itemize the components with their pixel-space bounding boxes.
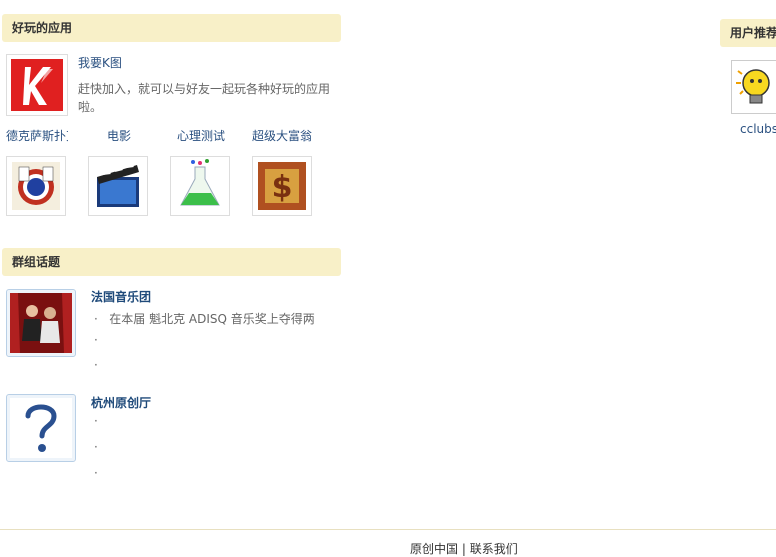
footer-link-home[interactable]: 原创中国 bbox=[410, 542, 458, 556]
poker-chips-icon[interactable] bbox=[6, 156, 66, 216]
topic-item[interactable]: · bbox=[94, 440, 109, 454]
groups-section-header: 群组话题 bbox=[2, 248, 341, 276]
recommended-user-name[interactable]: cclubs bbox=[740, 122, 776, 136]
footer: 原创中国 | 联系我们 bbox=[410, 540, 518, 557]
money-bag-icon[interactable]: $ bbox=[252, 156, 312, 216]
app-label-psych-test[interactable]: 心理测试 bbox=[177, 127, 225, 144]
group-name-french-music[interactable]: 法国音乐团 bbox=[91, 288, 151, 305]
app-label-poker[interactable]: 德克萨斯扑克 bbox=[6, 127, 68, 144]
topic-item[interactable]: · bbox=[94, 358, 109, 372]
footer-separator: | bbox=[461, 542, 466, 556]
clapperboard-icon[interactable] bbox=[88, 156, 148, 216]
app-label-monopoly[interactable]: 超级大富翁 bbox=[252, 127, 312, 144]
topic-item[interactable]: · bbox=[94, 414, 109, 428]
footer-link-contact[interactable]: 联系我们 bbox=[470, 542, 518, 556]
group-photo-icon[interactable] bbox=[6, 289, 76, 357]
topic-item[interactable]: · bbox=[94, 333, 109, 347]
flask-icon[interactable] bbox=[170, 156, 230, 216]
app-label-movie[interactable]: 电影 bbox=[107, 127, 131, 144]
k-letter-logo-icon[interactable] bbox=[6, 54, 68, 116]
topic-text[interactable]: 在本届 魁北克 ADISQ 音乐奖上夺得两 bbox=[109, 312, 315, 326]
featured-app-link[interactable]: 我要K图 bbox=[78, 54, 122, 71]
apps-section-title: 好玩的应用 bbox=[12, 21, 73, 35]
group-name-hangzhou-hall[interactable]: 杭州原创厅 bbox=[91, 394, 151, 411]
users-section-title: 用户推荐 bbox=[730, 26, 776, 40]
featured-app-description: 赶快加入，就可以与好友一起玩各种好玩的应用啦。 bbox=[78, 82, 331, 114]
topic-item[interactable]: · bbox=[94, 466, 109, 480]
apps-section-header: 好玩的应用 bbox=[2, 14, 341, 42]
svg-text:$: $ bbox=[272, 170, 293, 205]
question-mark-icon[interactable] bbox=[6, 394, 76, 462]
groups-section-title: 群组话题 bbox=[12, 255, 61, 269]
users-section-header: 用户推荐 bbox=[720, 19, 776, 47]
lightbulb-avatar-icon[interactable] bbox=[731, 60, 776, 114]
footer-divider bbox=[0, 529, 776, 530]
topic-item[interactable]: · 在本届 魁北克 ADISQ 音乐奖上夺得两 bbox=[94, 310, 315, 327]
